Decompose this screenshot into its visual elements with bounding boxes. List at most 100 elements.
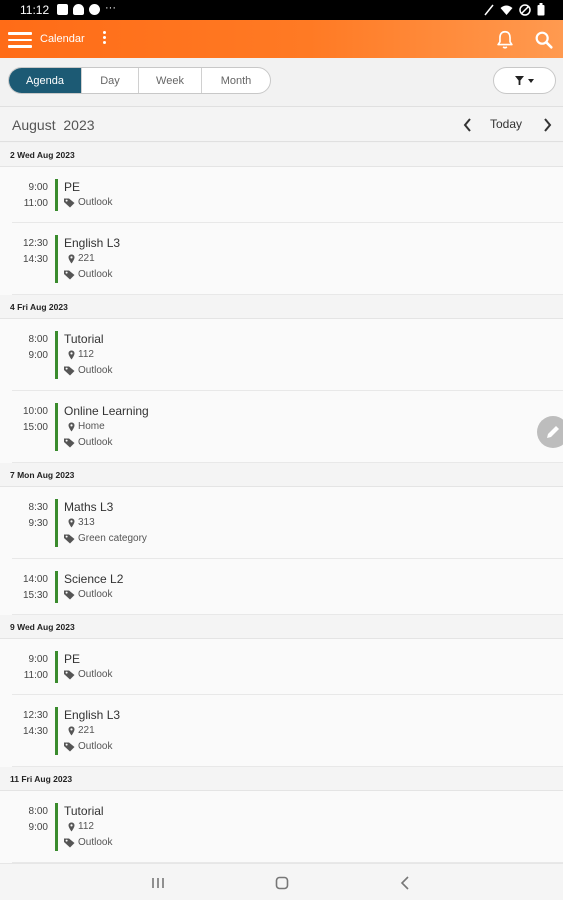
event-color-bar [55,331,58,379]
signal-icon [484,4,494,15]
tag-icon [64,366,75,376]
system-icons [484,3,545,16]
event-start-time: 12:30 [22,238,48,249]
view-tabs: Agenda Day Week Month [8,67,271,94]
menu-icon[interactable] [8,32,32,48]
event-location-text: 112 [78,349,94,360]
event-start-time: 14:00 [22,574,48,585]
home-icon[interactable] [273,874,291,892]
tab-day[interactable]: Day [82,68,139,93]
event-title: Tutorial [64,332,104,346]
notification-icons: ··· [57,3,116,15]
filter-icon [515,76,524,85]
event-details: PE Outlook [64,179,112,211]
pencil-icon [547,426,559,438]
event-location-text: 313 [78,517,95,528]
event-category: Outlook [64,587,123,603]
event-color-bar [55,235,58,283]
event-details: Tutorial 112 Outlook [64,803,112,851]
app-bar: Calendar [0,20,563,58]
event-location: 112 [64,819,112,835]
location-pin-icon [68,822,75,832]
event-location-text: Home [78,421,105,432]
event-times: 12:30 14:30 [12,708,48,740]
event-category-text: Outlook [78,437,113,448]
tab-week[interactable]: Week [139,68,202,93]
event-location-text: 112 [78,821,94,832]
event-start-time: 8:30 [28,502,48,513]
event-times: 8:00 9:00 [12,332,48,364]
event-end-time: 15:30 [22,590,48,601]
location-pin-icon [68,422,75,432]
event-location-text: 221 [78,725,95,736]
location-pin-icon [68,518,75,528]
event-times: 12:30 14:30 [12,236,48,268]
location-pin-icon [68,254,75,264]
event-item[interactable]: 9:00 11:00 PE Outlook [12,167,563,223]
tag-icon [64,270,75,280]
event-start-time: 9:00 [28,182,48,193]
month-label: August 2023 [12,117,95,133]
event-item[interactable]: 12:30 14:30 English L3 221 Outlook [12,223,563,295]
event-title: Maths L3 [64,500,114,514]
image-notification-icon [57,4,68,15]
event-item[interactable]: 14:00 15:30 Science L2 Outlook [12,559,563,615]
more-options-icon[interactable] [100,31,108,47]
event-end-time: 9:00 [28,350,48,361]
event-start-time: 8:00 [28,806,48,817]
event-color-bar [55,499,58,547]
event-times: 9:00 11:00 [12,652,48,684]
event-end-time: 9:30 [28,518,48,529]
tab-month[interactable]: Month [202,68,270,93]
status-bar: 11:12 ··· [0,0,563,20]
search-icon[interactable] [533,29,555,51]
event-details: Tutorial 112 Outlook [64,331,112,379]
event-location-text: 221 [78,253,95,264]
wifi-icon [500,5,513,15]
event-item[interactable]: 8:30 9:30 Maths L3 313 Green category [12,487,563,559]
event-location: 221 [64,723,120,739]
day-header: 7 Mon Aug 2023 [0,463,563,487]
recent-apps-icon[interactable] [149,874,167,892]
event-item[interactable]: 8:00 9:00 Tutorial 112 Outlook [12,319,563,391]
event-category: Outlook [64,667,112,683]
event-category: Outlook [64,435,149,451]
event-category: Outlook [64,195,112,211]
event-category: Outlook [64,835,112,851]
event-start-time: 12:30 [22,710,48,721]
event-category-text: Outlook [78,669,113,680]
event-title: English L3 [64,236,121,250]
tag-icon [64,590,75,600]
event-end-time: 11:00 [23,670,48,681]
info-notification-icon [89,4,100,15]
filter-button[interactable] [493,67,556,94]
event-item[interactable]: 8:00 9:00 Tutorial 112 Outlook [12,791,563,863]
event-title: PE [64,180,81,194]
event-details: English L3 221 Outlook [64,235,120,283]
event-end-time: 14:30 [22,254,48,265]
event-start-time: 9:00 [28,654,48,665]
battery-icon [537,3,545,16]
app-title: Calendar [40,33,85,45]
today-button[interactable]: Today [490,117,522,131]
event-title: Online Learning [64,404,149,418]
status-time: 11:12 [20,3,50,17]
back-icon[interactable] [397,874,415,892]
chevron-left-icon[interactable] [461,117,475,133]
event-category-text: Outlook [78,197,113,208]
android-notification-icon [73,4,84,15]
edit-button[interactable] [537,416,563,448]
event-category-text: Outlook [78,741,113,752]
event-color-bar [55,651,58,683]
chevron-right-icon[interactable] [540,117,554,133]
location-pin-icon [68,726,75,736]
event-category: Outlook [64,267,120,283]
event-title: PE [64,652,81,666]
event-item[interactable]: 12:30 14:30 English L3 221 Outlook [12,695,563,767]
event-item[interactable]: 9:00 11:00 PE Outlook [12,639,563,695]
event-category: Green category [64,531,147,547]
event-item[interactable]: 10:00 15:00 Online Learning Home Outlook [12,391,563,463]
system-navigation-bar [0,863,563,900]
bell-icon[interactable] [494,29,516,51]
tab-agenda[interactable]: Agenda [9,68,82,93]
